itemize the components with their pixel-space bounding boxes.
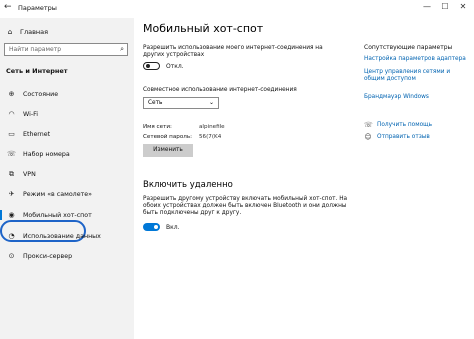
network-center-link[interactable]: Центр управления сетями и общим доступом — [364, 69, 469, 83]
network-password-value: 56(7(K4 — [199, 134, 222, 140]
ethernet-icon: ▭ — [8, 130, 15, 138]
get-help-label: Получить помощь — [377, 122, 433, 128]
window-title: Параметры — [18, 4, 57, 12]
sidebar-item-label: Набор номера — [23, 150, 70, 158]
sidebar-item-label: Использование данных — [23, 232, 101, 240]
search-input[interactable]: Найти параметр ⌕ — [4, 43, 128, 56]
feedback-icon: ☺ — [364, 133, 372, 141]
share-toggle[interactable] — [143, 62, 160, 70]
proxy-icon: ⊙ — [8, 252, 15, 260]
chevron-down-icon: ⌄ — [208, 99, 214, 106]
maximize-button[interactable]: ☐ — [438, 2, 452, 11]
sidebar-item-proxy[interactable]: ⊙ Прокси-сервер — [0, 248, 134, 264]
remote-description: Разрешить другому устройству включать мо… — [143, 196, 348, 216]
search-icon[interactable]: ⌕ — [120, 45, 124, 54]
sidebar-item-label: Wi-Fi — [23, 110, 39, 118]
network-name-value: alpinefile — [199, 124, 225, 130]
status-icon: ⊕ — [8, 90, 15, 98]
section-title: Сеть и Интернет — [6, 67, 68, 75]
sidebar-item-ethernet[interactable]: ▭ Ethernet — [0, 126, 134, 142]
sidebar: ⌂ Главная Найти параметр ⌕ Сеть и Интерн… — [0, 18, 134, 339]
share-from-value: Сеть — [148, 100, 163, 106]
sidebar-item-label: Ethernet — [23, 130, 51, 138]
page-title: Мобильный хот-спот — [143, 22, 264, 35]
get-help-link[interactable]: ☏ Получить помощь — [364, 121, 432, 129]
title-bar: ← Параметры — ☐ ✕ — [0, 0, 474, 18]
close-button[interactable]: ✕ — [456, 2, 470, 11]
sidebar-item-label: Прокси-сервер — [23, 252, 73, 260]
wifi-icon: ◠ — [8, 110, 15, 118]
sidebar-item-data-usage[interactable]: ◔ Использование данных — [0, 228, 134, 244]
feedback-label: Отправить отзыв — [377, 134, 430, 140]
sidebar-item-dialup[interactable]: ☏ Набор номера — [0, 146, 134, 162]
hotspot-icon: ◉ — [8, 211, 15, 219]
sidebar-item-label: Мобильный хот-спот — [23, 211, 92, 219]
related-settings-title: Сопутствующие параметры — [364, 44, 453, 51]
sidebar-item-label: VPN — [23, 170, 36, 178]
data-usage-icon: ◔ — [8, 232, 15, 240]
sidebar-item-status[interactable]: ⊕ Состояние — [0, 86, 134, 102]
network-name-label: Имя сети: — [143, 124, 172, 130]
sidebar-item-wifi[interactable]: ◠ Wi-Fi — [0, 106, 134, 122]
home-label: Главная — [20, 28, 49, 36]
change-button[interactable]: Изменить — [143, 144, 193, 157]
back-arrow-icon[interactable]: ← — [4, 2, 12, 12]
network-password-label: Сетевой пароль: — [143, 134, 192, 140]
sidebar-item-airplane[interactable]: ✈ Режим «в самолете» — [0, 186, 134, 202]
help-icon: ☏ — [364, 121, 373, 129]
sidebar-item-label: Состояние — [23, 90, 59, 98]
share-from-label: Совместное использование интернет-соедин… — [143, 87, 297, 93]
sidebar-item-vpn[interactable]: ⧉ VPN — [0, 166, 134, 182]
remote-title: Включить удаленно — [143, 180, 233, 190]
home-icon: ⌂ — [7, 28, 13, 36]
home-link[interactable]: ⌂ Главная — [6, 28, 48, 36]
feedback-link[interactable]: ☺ Отправить отзыв — [364, 133, 430, 141]
vpn-icon: ⧉ — [9, 169, 14, 178]
share-description: Разрешить использование моего интернет-с… — [143, 45, 323, 58]
share-toggle-label: Откл. — [166, 63, 184, 70]
adapter-settings-link[interactable]: Настройка параметров адаптера — [364, 56, 469, 63]
minimize-button[interactable]: — — [420, 2, 434, 11]
search-placeholder: Найти параметр — [9, 46, 61, 53]
dialup-icon: ☏ — [7, 150, 16, 158]
remote-toggle-label: Вкл. — [166, 224, 180, 231]
remote-toggle[interactable] — [143, 223, 160, 231]
sidebar-item-label: Режим «в самолете» — [23, 190, 92, 198]
share-from-select[interactable]: Сеть ⌄ — [143, 97, 219, 109]
firewall-link[interactable]: Брандмауэр Windows — [364, 94, 469, 101]
airplane-icon: ✈ — [8, 190, 15, 198]
